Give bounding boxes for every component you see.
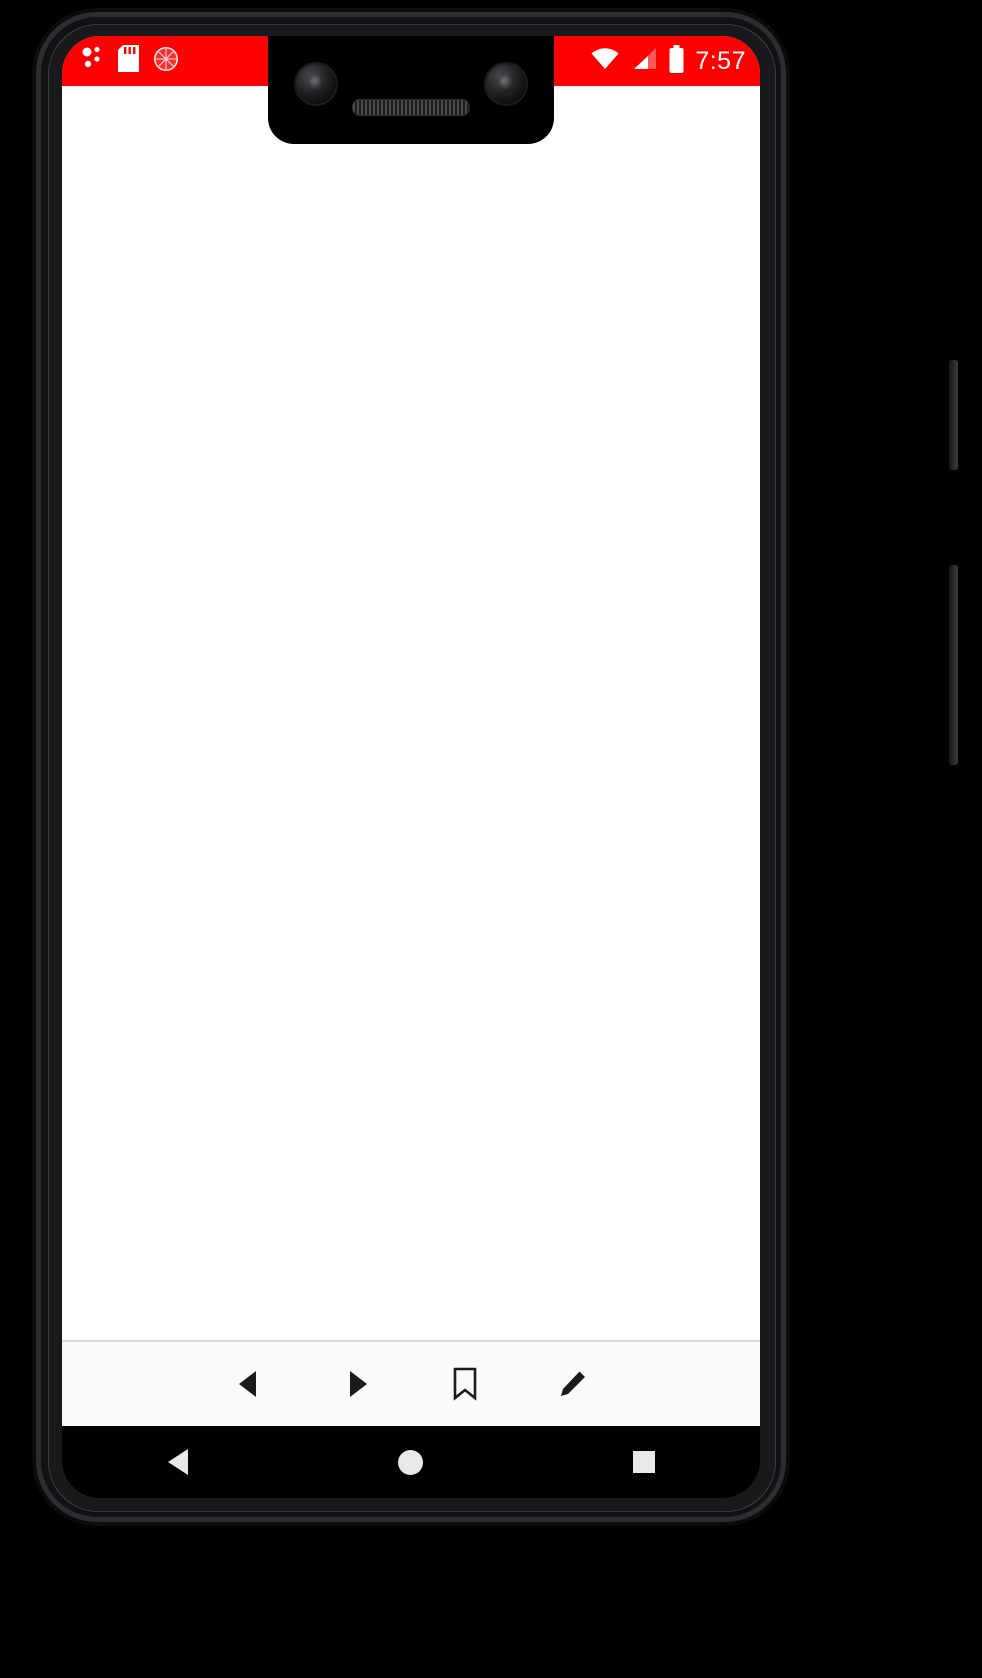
status-bar-clock: 7:57 xyxy=(695,46,746,75)
android-home-button[interactable] xyxy=(376,1439,446,1485)
cellular-signal-icon xyxy=(630,47,658,76)
front-camera-right-icon xyxy=(486,64,526,104)
bookmark-icon[interactable] xyxy=(436,1355,494,1413)
app-viewport xyxy=(62,36,760,1370)
android-back-button[interactable] xyxy=(143,1439,213,1485)
camera-notch xyxy=(268,36,554,144)
reader-toolbar xyxy=(62,1340,760,1426)
pencil-icon[interactable] xyxy=(544,1355,602,1413)
back-triangle-icon xyxy=(168,1449,189,1475)
front-camera-left-icon xyxy=(296,64,336,104)
battery-icon xyxy=(668,44,685,78)
previous-page-button[interactable] xyxy=(220,1355,278,1413)
status-bar-right-icons: 7:57 xyxy=(590,36,746,86)
power-button[interactable] xyxy=(949,360,958,470)
android-recents-button[interactable] xyxy=(609,1439,679,1485)
volume-button[interactable] xyxy=(949,565,958,765)
wifi-icon xyxy=(590,47,620,76)
home-circle-icon xyxy=(398,1449,424,1475)
status-bar-left-icons xyxy=(80,36,179,86)
phone-screen: 7:57 ACCA Think Ahead ‹ Table of Content… xyxy=(62,36,760,1498)
sd-card-icon xyxy=(118,45,139,77)
android-navigation-bar xyxy=(62,1426,760,1498)
recents-square-icon xyxy=(632,1451,655,1473)
bluetooth-dots-icon xyxy=(80,46,104,77)
record-circle-icon xyxy=(153,46,179,77)
next-page-button[interactable] xyxy=(328,1355,386,1413)
earpiece-speaker xyxy=(352,99,470,116)
